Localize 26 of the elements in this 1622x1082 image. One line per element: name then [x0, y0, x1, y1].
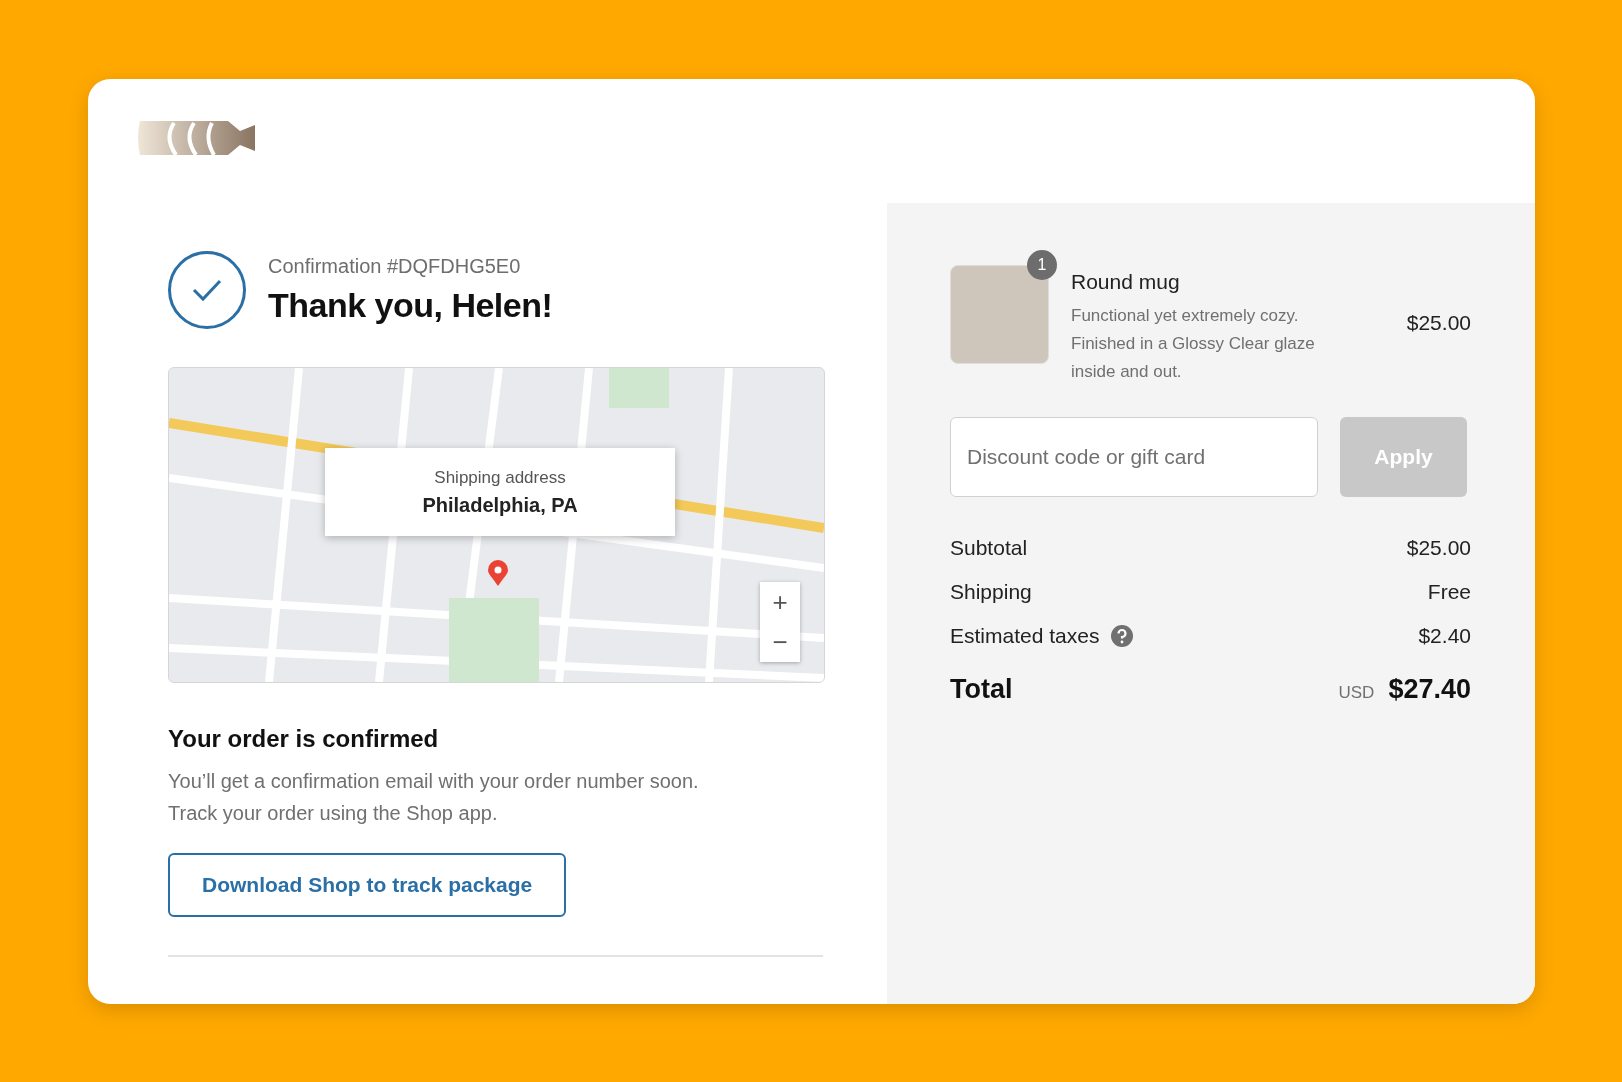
total-value: $27.40 — [1388, 674, 1471, 705]
item-description: Functional yet extremely cozy. Finished in a Glossy Clear glaze inside and out. — [1071, 305, 1316, 383]
thank-you-title: Thank you, Helen! — [268, 286, 553, 325]
confirmation-message: You’ll get a confirmation email with your order number soon. Track your order using the Shop app. — [168, 769, 700, 826]
item-name: Round mug — [1071, 270, 1181, 294]
summary-label: Subtotal — [950, 536, 1028, 560]
zoom-out-button[interactable]: − — [760, 622, 800, 662]
map[interactable]: Shipping address Philadelphia, PA + − — [168, 367, 825, 683]
check-circle-icon — [168, 251, 246, 329]
summary-value: $2.40 — [1418, 624, 1471, 648]
order-confirmed-heading: Your order is confirmed — [168, 725, 440, 753]
quantity-badge: 1 — [1027, 250, 1057, 280]
item-price: $25.00 — [1406, 311, 1471, 335]
download-shop-button[interactable]: Download Shop to track package — [168, 853, 567, 917]
popup-value: Philadelphia, PA — [422, 493, 578, 517]
currency-code: USD — [1338, 683, 1375, 703]
summary-value: Free — [1427, 580, 1471, 604]
zoom-in-button[interactable]: + — [760, 582, 800, 622]
summary-label: Estimated taxes — [950, 624, 1100, 648]
popup-label: Shipping address — [434, 467, 566, 488]
help-icon[interactable] — [1111, 625, 1134, 647]
map-pin-icon — [488, 560, 508, 586]
confirmation-number: Confirmation #DQFDHG5E0 — [268, 255, 522, 278]
summary-value: $25.00 — [1406, 536, 1471, 560]
summary-label: Shipping — [950, 580, 1032, 604]
total-label: Total — [950, 674, 1013, 705]
